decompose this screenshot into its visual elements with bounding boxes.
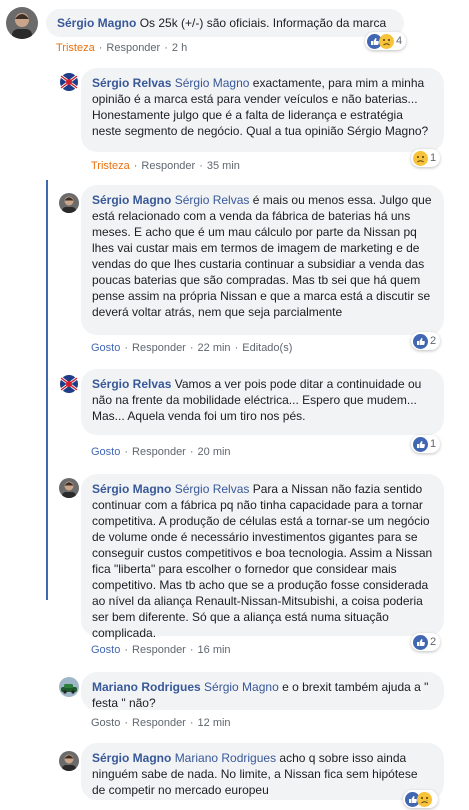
avatar[interactable] [59, 677, 79, 697]
avatar[interactable] [59, 374, 79, 394]
comment-author[interactable]: Sérgio Magno [57, 16, 136, 30]
comment-author[interactable]: Sérgio Relvas [92, 76, 171, 90]
avatar[interactable] [59, 193, 79, 213]
sad-icon [413, 150, 428, 166]
reaction-summary[interactable]: 2 [411, 633, 441, 651]
comment-actions: Gosto · Responder · 20 min [91, 446, 231, 458]
comment-actions: Gosto · Responder · 16 min [91, 644, 231, 656]
comment-actions: Tristeza · Responder · 2 h [56, 42, 188, 54]
reaction-button[interactable]: Tristeza [91, 160, 130, 172]
comment-mention[interactable]: Sérgio Relvas [175, 482, 250, 496]
reaction-button[interactable]: Gosto [91, 342, 120, 354]
comment-author[interactable]: Mariano Rodrigues [92, 680, 201, 694]
comment-mention[interactable]: Sérgio Relvas [175, 193, 250, 207]
reaction-button[interactable]: Gosto [91, 644, 120, 656]
reaction-summary[interactable]: 2 [411, 332, 441, 350]
reaction-button[interactable]: Tristeza [56, 42, 95, 54]
edited-label[interactable]: Editado(s) [242, 342, 292, 354]
like-icon [413, 436, 428, 452]
avatar[interactable] [59, 478, 79, 498]
like-icon [413, 634, 428, 650]
comment-time[interactable]: 35 min [207, 160, 240, 172]
reaction-summary[interactable] [403, 790, 438, 808]
comment-bubble: Sérgio Relvas Sérgio Magno exactamente, … [81, 68, 444, 152]
reaction-button[interactable]: Gosto [91, 717, 120, 729]
sad-icon [417, 791, 432, 807]
reaction-summary[interactable]: 1 [411, 435, 441, 453]
comment-author[interactable]: Sérgio Relvas [92, 377, 171, 391]
reply-button[interactable]: Responder [141, 160, 195, 172]
avatar[interactable] [59, 72, 79, 92]
comment-author[interactable]: Sérgio Magno [92, 193, 171, 207]
reply-button[interactable]: Responder [132, 446, 186, 458]
reaction-count: 4 [396, 35, 403, 47]
comment-time[interactable]: 22 min [198, 342, 231, 354]
reply-button[interactable]: Responder [132, 644, 186, 656]
comment-time[interactable]: 16 min [198, 644, 231, 656]
comment-bubble: Sérgio Magno Os 25k (+/-) são oficiais. … [46, 9, 404, 37]
comment-bubble: Mariano Rodrigues Sérgio Magno e o brexi… [81, 672, 444, 710]
comment-bubble: Sérgio Magno Mariano Rodrigues acho q so… [81, 743, 444, 800]
comment-time[interactable]: 12 min [198, 717, 231, 729]
comment-time[interactable]: 20 min [198, 446, 231, 458]
reaction-count: 2 [430, 636, 437, 648]
comment-author[interactable]: Sérgio Magno [92, 482, 171, 496]
reply-button[interactable]: Responder [132, 717, 186, 729]
avatar[interactable] [6, 7, 38, 39]
comment-actions: Gosto · Responder · 22 min · Editado(s) [91, 342, 293, 354]
comment-actions: Tristeza · Responder · 35 min [91, 160, 240, 172]
reaction-summary[interactable]: 1 [411, 149, 441, 167]
reaction-count: 1 [430, 152, 437, 164]
comment-time[interactable]: 2 h [172, 42, 187, 54]
like-icon [413, 333, 428, 349]
reaction-count: 2 [430, 335, 437, 347]
reaction-button[interactable]: Gosto [91, 446, 120, 458]
comment-mention[interactable]: Sérgio Magno [175, 76, 250, 90]
comment-text: é mais ou menos essa. Julgo que está rel… [92, 193, 432, 319]
comment-actions: Gosto · Responder · 12 min [91, 717, 231, 729]
comment-mention[interactable]: Mariano Rodrigues [175, 751, 276, 765]
comment-text: Os 25k (+/-) são oficiais. Informação da… [139, 16, 387, 30]
reply-button[interactable]: Responder [106, 42, 160, 54]
comment-bubble: Sérgio Magno Sérgio Relvas Para a Nissan… [81, 474, 444, 640]
reaction-count: 1 [430, 438, 437, 450]
reply-thread-line [46, 180, 48, 600]
avatar[interactable] [59, 751, 79, 771]
reaction-summary[interactable]: 4 [365, 32, 407, 50]
sad-icon [379, 33, 394, 49]
comment-bubble: Sérgio Relvas Vamos a ver pois pode dita… [81, 369, 444, 435]
comment-author[interactable]: Sérgio Magno [92, 751, 171, 765]
comment-mention[interactable]: Sérgio Magno [204, 680, 279, 694]
comment-bubble: Sérgio Magno Sérgio Relvas é mais ou men… [81, 185, 444, 335]
comment-text: Para a Nissan não fazia sentido continua… [92, 482, 433, 640]
reply-button[interactable]: Responder [132, 342, 186, 354]
